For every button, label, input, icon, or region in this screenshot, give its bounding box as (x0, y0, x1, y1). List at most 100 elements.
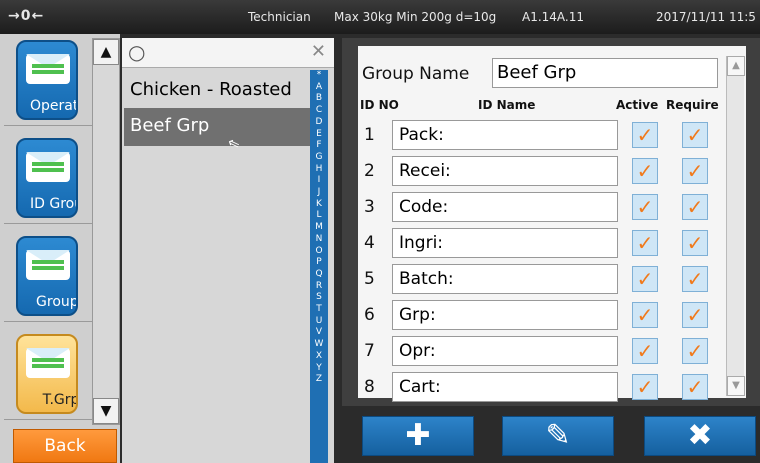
delete-button[interactable]: ✖ (644, 416, 756, 456)
nav-item-label: ID Group (30, 196, 76, 212)
active-checkbox[interactable]: ✓ (632, 374, 658, 400)
alphabet-letter[interactable]: V (310, 327, 328, 339)
alphabet-letter[interactable]: U (310, 316, 328, 328)
alphabet-letter[interactable]: X (310, 351, 328, 363)
group-list: ○ ✕ Chicken - Roasted Beef Grp (122, 38, 334, 463)
row-id-name-field[interactable]: Cart: (392, 372, 618, 402)
require-checkbox[interactable]: ✓ (682, 230, 708, 256)
alphabet-letter[interactable]: G (310, 152, 328, 164)
alphabet-letter[interactable]: E (310, 129, 328, 141)
version-label: A1.14A.11 (522, 10, 585, 24)
scroll-up-icon[interactable]: ▲ (727, 56, 745, 76)
row-id-name-field[interactable]: Code: (392, 192, 618, 222)
row-id-no: 8 (364, 377, 375, 397)
datetime: 2017/11/11 11:5 (656, 10, 756, 24)
require-checkbox[interactable]: ✓ (682, 122, 708, 148)
scroll-down-icon[interactable]: ▼ (93, 398, 119, 424)
pencil-icon: ✎ (545, 418, 571, 453)
require-checkbox[interactable]: ✓ (682, 266, 708, 292)
alphabet-letter[interactable]: I (310, 175, 328, 187)
row-id-name-field[interactable]: Pack: (392, 120, 618, 150)
clear-icon[interactable]: ✕ (311, 41, 326, 62)
search-input[interactable]: ○ ✕ (122, 38, 334, 68)
scroll-down-icon[interactable]: ▼ (727, 376, 745, 396)
row-id-no: 6 (364, 305, 375, 325)
status-bar: →0← Technician Max 30kg Min 200g d=10g A… (0, 0, 760, 34)
col-header-id-name: ID Name (478, 98, 536, 112)
active-checkbox[interactable]: ✓ (632, 194, 658, 220)
plus-icon: ✚ (405, 418, 431, 453)
require-checkbox[interactable]: ✓ (682, 374, 708, 400)
form-scrollbar[interactable]: ▲ ▼ (726, 56, 745, 396)
row-id-no: 2 (364, 161, 375, 181)
row-id-no: 3 (364, 197, 375, 217)
list-item[interactable]: Chicken - Roasted (124, 72, 310, 110)
alphabet-letter[interactable]: * (310, 70, 328, 82)
row-id-no: 4 (364, 233, 375, 253)
alphabet-letter[interactable]: P (310, 257, 328, 269)
alphabet-letter[interactable]: J (310, 187, 328, 199)
capacity-info: Max 30kg Min 200g d=10g (334, 10, 497, 24)
row-id-no: 1 (364, 125, 375, 145)
active-checkbox[interactable]: ✓ (632, 230, 658, 256)
x-icon: ✖ (687, 418, 713, 453)
envelope-icon: T.Grp (16, 334, 78, 414)
zero-indicator: →0← (8, 8, 45, 24)
alphabet-letter[interactable]: C (310, 105, 328, 117)
envelope-icon: ID Group (16, 138, 78, 218)
active-checkbox[interactable]: ✓ (632, 158, 658, 184)
scroll-up-icon[interactable]: ▲ (93, 39, 119, 65)
alphabet-letter[interactable]: T (310, 304, 328, 316)
envelope-icon: Operator (16, 40, 78, 120)
active-checkbox[interactable]: ✓ (632, 338, 658, 364)
row-id-name-field[interactable]: Opr: (392, 336, 618, 366)
col-header-active: Active (616, 98, 659, 112)
alphabet-letter[interactable]: A (310, 82, 328, 94)
alphabet-letter[interactable]: D (310, 117, 328, 129)
active-checkbox[interactable]: ✓ (632, 302, 658, 328)
row-id-name-field[interactable]: Ingri: (392, 228, 618, 258)
group-name-field[interactable]: Beef Grp (492, 58, 718, 88)
alphabet-index[interactable]: * A B C D E F G H I J K L M N O P Q R S T U V W X Y Z (310, 70, 328, 463)
nav-item-label: Groups (36, 294, 78, 310)
alphabet-letter[interactable]: Z (310, 374, 328, 386)
group-form: Group Name Beef Grp ID NO ID Name Active… (358, 46, 746, 402)
alphabet-letter[interactable]: L (310, 210, 328, 222)
add-button[interactable]: ✚ (362, 416, 474, 456)
require-checkbox[interactable]: ✓ (682, 194, 708, 220)
col-header-id-no: ID NO (360, 98, 399, 112)
nav-item-label: Operator (30, 98, 78, 114)
back-button[interactable]: Back (13, 429, 117, 463)
alphabet-letter[interactable]: K (310, 199, 328, 211)
col-header-require: Require (666, 98, 719, 112)
alphabet-letter[interactable]: B (310, 93, 328, 105)
search-icon: ○ (128, 40, 146, 64)
group-editor: Group Name Beef Grp ID NO ID Name Active… (342, 38, 760, 406)
edit-button[interactable]: ✎ (502, 416, 614, 456)
list-scrollbar[interactable]: ▲ ▼ (92, 38, 120, 425)
alphabet-letter[interactable]: S (310, 292, 328, 304)
row-id-no: 5 (364, 269, 375, 289)
alphabet-letter[interactable]: N (310, 234, 328, 246)
alphabet-letter[interactable]: H (310, 164, 328, 176)
envelope-icon: Groups (16, 236, 78, 316)
require-checkbox[interactable]: ✓ (682, 158, 708, 184)
alphabet-letter[interactable]: Q (310, 269, 328, 281)
alphabet-letter[interactable]: M (310, 222, 328, 234)
alphabet-letter[interactable]: Y (310, 363, 328, 375)
alphabet-letter[interactable]: R (310, 281, 328, 293)
alphabet-letter[interactable]: W (310, 339, 328, 351)
alphabet-letter[interactable]: O (310, 246, 328, 258)
list-item-selected[interactable]: Beef Grp (124, 108, 310, 146)
active-checkbox[interactable]: ✓ (632, 122, 658, 148)
row-id-name-field[interactable]: Recei: (392, 156, 618, 186)
user-role: Technician (248, 10, 311, 24)
row-id-name-field[interactable]: Batch: (392, 264, 618, 294)
nav-item-label: T.Grp (42, 392, 78, 408)
active-checkbox[interactable]: ✓ (632, 266, 658, 292)
row-id-no: 7 (364, 341, 375, 361)
alphabet-letter[interactable]: F (310, 140, 328, 152)
require-checkbox[interactable]: ✓ (682, 338, 708, 364)
row-id-name-field[interactable]: Grp: (392, 300, 618, 330)
require-checkbox[interactable]: ✓ (682, 302, 708, 328)
